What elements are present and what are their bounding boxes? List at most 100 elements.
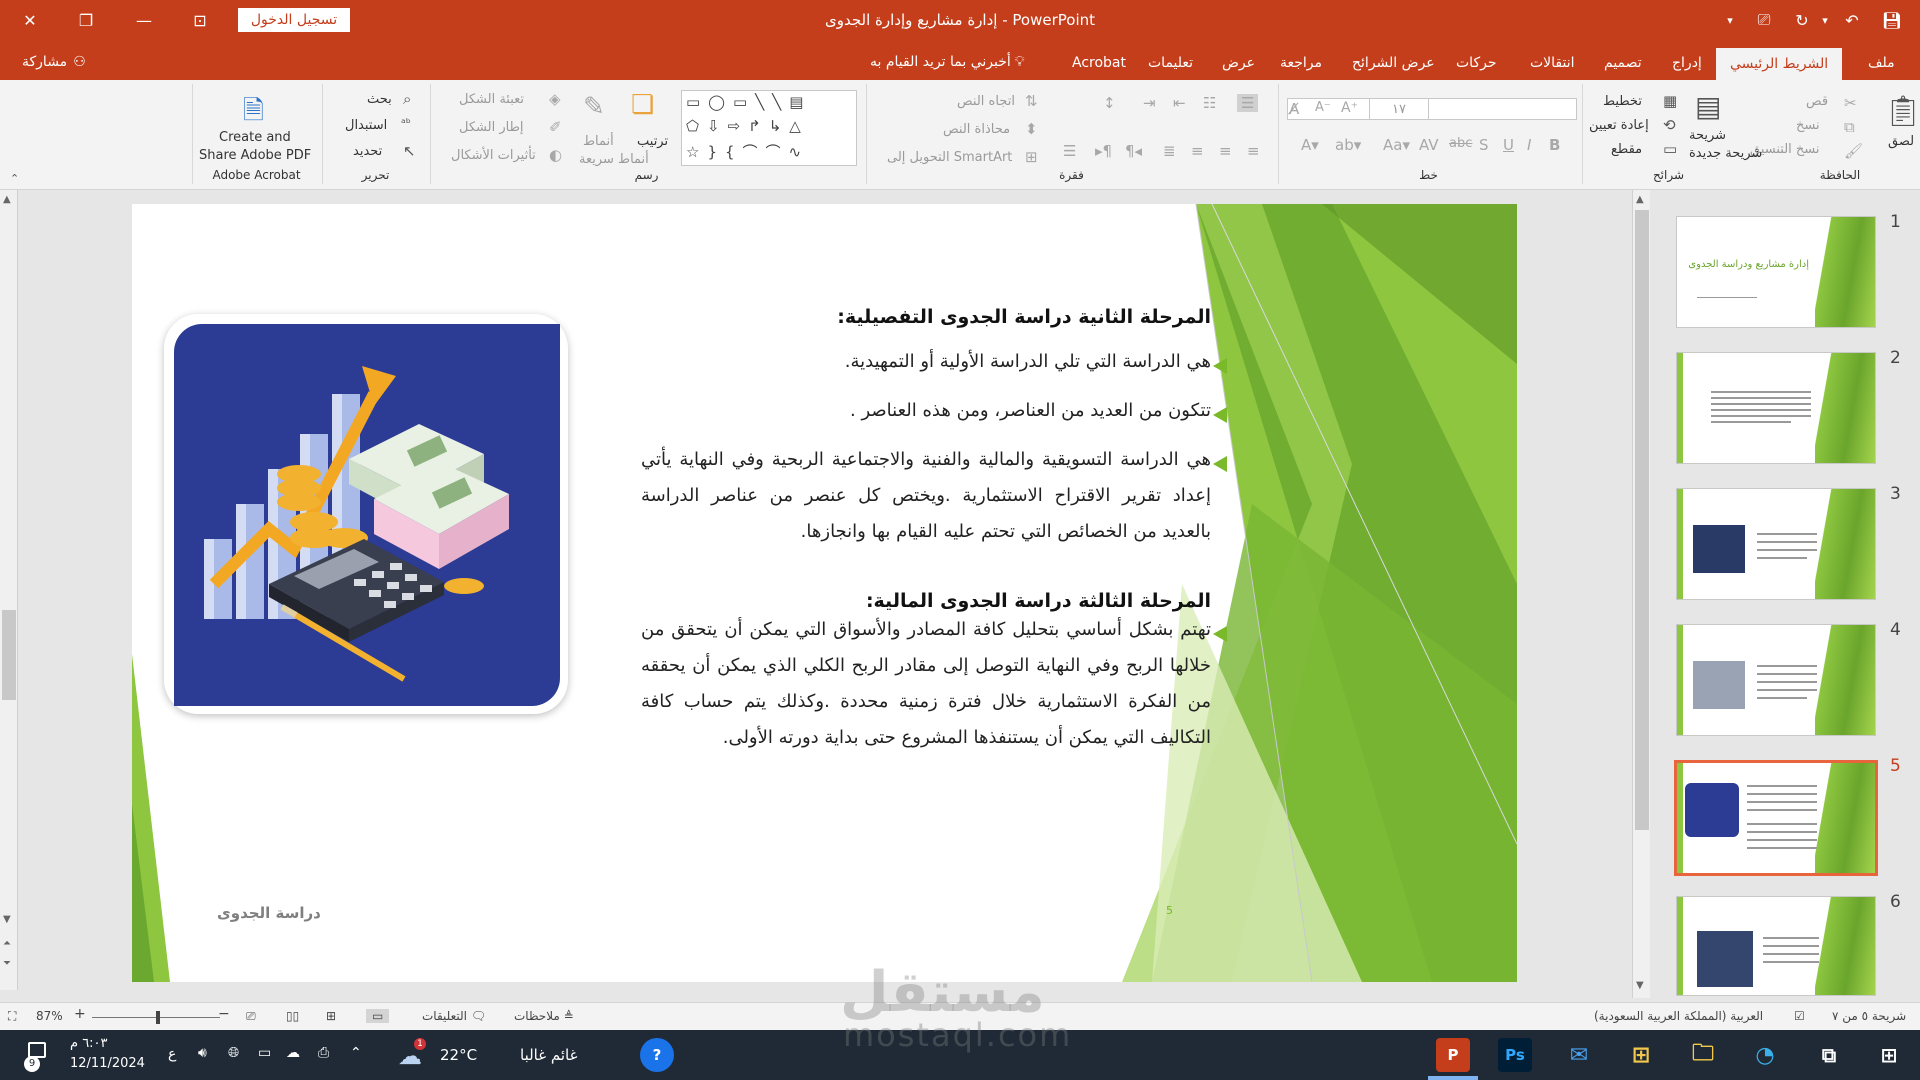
arrange-icon[interactable]: ❏ bbox=[631, 90, 654, 120]
section-button[interactable]: مقطع bbox=[1611, 142, 1642, 157]
justify-icon[interactable]: ≣ bbox=[1163, 142, 1176, 160]
tell-me-search[interactable]: أخبرني بما تريد القيام به 💡︎ bbox=[870, 48, 1025, 76]
select-icon[interactable]: ↖ bbox=[403, 142, 416, 160]
align-right-icon[interactable]: ≡ bbox=[1247, 142, 1260, 160]
heading-detailed-feasibility[interactable]: المرحلة الثانية دراسة الجدوى التفصيلية: bbox=[837, 306, 1211, 328]
save-icon[interactable]: 💾︎ bbox=[1874, 0, 1910, 40]
tab-help[interactable]: تعليمات bbox=[1148, 48, 1193, 78]
slide-thumbnail-6[interactable] bbox=[1676, 896, 1876, 996]
finance-image-frame[interactable] bbox=[164, 314, 568, 714]
customize-qat-icon[interactable]: ▾ bbox=[1720, 0, 1740, 40]
slide-thumbnail-2[interactable] bbox=[1676, 352, 1876, 464]
start-button-icon[interactable]: ⊞ bbox=[1872, 1038, 1906, 1072]
italic-icon[interactable]: I bbox=[1527, 136, 1531, 154]
battery-icon[interactable]: ▭ bbox=[258, 1045, 271, 1061]
align-left-icon[interactable]: ≡ bbox=[1191, 142, 1204, 160]
cut-label[interactable]: قص bbox=[1806, 94, 1828, 109]
text-direction-button[interactable]: اتجاه النص bbox=[957, 94, 1015, 109]
smartart-icon[interactable]: ⊞ bbox=[1025, 148, 1038, 166]
shape-effects-icon[interactable]: ◐ bbox=[549, 146, 562, 164]
numbering-icon[interactable]: ☷ bbox=[1203, 94, 1216, 112]
network-globe-icon[interactable]: 🌐︎ bbox=[228, 1045, 239, 1061]
change-case-icon[interactable]: Aa▾ bbox=[1383, 136, 1410, 154]
mail-taskbar-icon[interactable]: ✉ bbox=[1562, 1038, 1596, 1072]
increase-font-icon[interactable]: A⁺ bbox=[1341, 100, 1358, 116]
comments-button[interactable]: التعليقات 🗨︎ bbox=[422, 1009, 486, 1023]
thumb-scroll-thumb[interactable] bbox=[1635, 210, 1649, 830]
quick-styles-icon[interactable]: ✎ bbox=[583, 92, 605, 122]
slide-thumbnail-5[interactable] bbox=[1674, 760, 1878, 876]
notes-button[interactable]: ملاحظات ≜ bbox=[514, 1009, 574, 1023]
slide-canvas[interactable]: المرحلة الثانية دراسة الجدوى التفصيلية: … bbox=[132, 204, 1517, 982]
copy-label[interactable]: نسخ bbox=[1796, 118, 1820, 133]
text-direction-icon[interactable]: ⇅ bbox=[1025, 92, 1038, 110]
slide-thumbnail-4[interactable] bbox=[1676, 624, 1876, 736]
shape-fill-button[interactable]: تعبئة الشكل bbox=[459, 92, 524, 107]
align-text-icon[interactable]: ⬍ bbox=[1025, 120, 1038, 138]
task-view-icon[interactable]: ⧉ bbox=[1812, 1038, 1846, 1072]
collapse-ribbon-icon[interactable]: ⌃ bbox=[10, 172, 19, 185]
share-button[interactable]: مشاركة ⚇ bbox=[22, 48, 86, 76]
zoom-level[interactable]: 87% bbox=[36, 1009, 63, 1023]
replace-button[interactable]: استبدال bbox=[345, 118, 387, 133]
undo-dropdown-icon[interactable]: ▾ bbox=[1818, 0, 1832, 40]
paste-icon[interactable]: 📋︎ bbox=[1884, 94, 1920, 129]
section-icon[interactable]: ▭ bbox=[1663, 140, 1677, 158]
repeat-icon[interactable]: ↻ bbox=[1788, 0, 1816, 40]
scroll-thumb[interactable] bbox=[2, 610, 16, 700]
scroll-down-icon[interactable]: ▼ bbox=[3, 914, 11, 925]
clear-format-icon[interactable]: A̸ bbox=[1289, 100, 1299, 118]
photoshop-taskbar-icon[interactable]: Ps bbox=[1498, 1038, 1532, 1072]
quick-styles-label-1[interactable]: أنماط bbox=[583, 134, 614, 149]
slideshow-view-icon[interactable]: ⎚ bbox=[246, 1009, 256, 1024]
thumb-scroll-down-icon[interactable]: ▼ bbox=[1636, 980, 1644, 991]
volume-icon[interactable]: 🔊︎ bbox=[198, 1045, 207, 1061]
store-taskbar-icon[interactable]: ⊞ bbox=[1624, 1038, 1658, 1072]
file-explorer-taskbar-icon[interactable]: 🗀︎ bbox=[1686, 1038, 1720, 1072]
language-indicator[interactable]: العربية (المملكة العربية السعودية) bbox=[1594, 1009, 1763, 1023]
signin-button[interactable]: تسجيل الدخول bbox=[238, 8, 350, 32]
weather-description[interactable]: غائم غالبا bbox=[520, 1046, 577, 1064]
next-slide-icon[interactable]: ⏷ bbox=[3, 958, 11, 969]
ribbon-display-icon[interactable]: ⊡ bbox=[180, 0, 220, 40]
ltr-icon[interactable]: ▸¶ bbox=[1095, 142, 1112, 160]
help-icon[interactable]: ? bbox=[640, 1038, 674, 1072]
shadow-icon[interactable]: S bbox=[1479, 136, 1489, 154]
arrange-button[interactable]: ترتيب bbox=[637, 134, 668, 149]
bullet-4[interactable]: تهتم بشكل أساسي بتحليل كافة المصادر والأ… bbox=[641, 612, 1211, 756]
bullet-3[interactable]: هي الدراسة التسويقية والمالية والفنية وا… bbox=[641, 442, 1211, 550]
quick-styles-button[interactable]: أنماط سريعة bbox=[579, 152, 649, 167]
strikethrough-icon[interactable]: abc bbox=[1449, 136, 1472, 151]
tab-acrobat[interactable]: Acrobat bbox=[1072, 48, 1126, 78]
shape-outline-button[interactable]: إطار الشكل bbox=[459, 120, 524, 135]
slide-sorter-icon[interactable]: ⊞ bbox=[326, 1009, 336, 1023]
undo-icon[interactable]: ↶ bbox=[1836, 0, 1868, 40]
tab-insert[interactable]: إدراج bbox=[1672, 48, 1702, 78]
slide-thumbnail-3[interactable] bbox=[1676, 488, 1876, 600]
right-scrollbar[interactable]: ▲ ▼ bbox=[1632, 190, 1650, 998]
create-share-button[interactable]: Share Adobe PDF bbox=[199, 148, 311, 163]
tab-slideshow[interactable]: عرض الشرائح bbox=[1352, 48, 1435, 78]
powerpoint-taskbar-icon[interactable]: P bbox=[1436, 1038, 1470, 1072]
columns-icon[interactable]: ☰ bbox=[1063, 142, 1076, 160]
font-size-field[interactable]: ١٧ bbox=[1369, 98, 1429, 120]
paste-button[interactable]: لصق bbox=[1888, 134, 1914, 149]
bullets-icon[interactable]: ☰ bbox=[1237, 94, 1259, 112]
bullet-1[interactable]: هي الدراسة التي تلي الدراسة الأولية أو ا… bbox=[641, 344, 1211, 380]
meet-now-icon[interactable]: ⎙ bbox=[318, 1045, 329, 1061]
notification-center-icon[interactable]: 9 bbox=[22, 1040, 52, 1072]
restore-icon[interactable]: ❐ bbox=[64, 0, 108, 40]
find-icon[interactable]: ⌕ bbox=[403, 90, 411, 108]
zoom-in-icon[interactable]: + bbox=[74, 1006, 86, 1022]
align-center-icon[interactable]: ≡ bbox=[1219, 142, 1232, 160]
align-text-button[interactable]: محاذاة النص bbox=[943, 122, 1010, 137]
tab-view[interactable]: عرض bbox=[1222, 48, 1255, 78]
format-painter-icon[interactable]: 🖌︎ bbox=[1844, 142, 1863, 160]
tab-review[interactable]: مراجعة bbox=[1280, 48, 1322, 78]
normal-view-icon[interactable]: ▭ bbox=[366, 1009, 390, 1023]
input-language[interactable]: ع bbox=[168, 1046, 176, 1062]
find-button[interactable]: بحث bbox=[367, 92, 392, 107]
clock-time[interactable]: ٦:٠٣ م bbox=[70, 1036, 108, 1051]
create-share-label-1[interactable]: Create and bbox=[219, 130, 291, 145]
reading-view-icon[interactable]: ▯▯ bbox=[286, 1009, 299, 1023]
